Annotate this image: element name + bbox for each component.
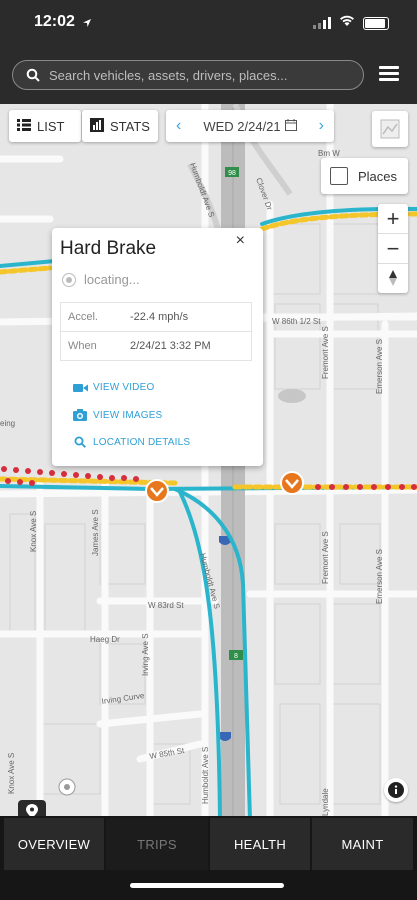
search-input[interactable] [47,66,363,84]
info-icon [388,782,404,803]
hard-brake-marker[interactable] [145,479,169,503]
places-checkbox[interactable] [330,167,348,185]
cellular-signal-icon [313,17,331,29]
locating-status: locating... [62,272,140,287]
street-label-eing: eing [0,419,15,428]
date-picker[interactable]: ‹ WED 2/24/21 › [166,110,334,142]
zoom-controls: + − [378,204,408,293]
table-row: Accel. -22.4 mph/s [61,303,251,332]
event-details-table: Accel. -22.4 mph/s When 2/24/21 3:32 PM [60,302,252,361]
stats-button[interactable]: STATS [82,110,158,142]
app-header [0,46,417,104]
compass-icon [388,266,398,292]
close-icon[interactable]: × [236,232,245,250]
list-button[interactable]: LIST [9,110,81,142]
map-layers-icon [380,119,400,144]
calendar-icon[interactable] [284,118,297,134]
street-label-irving: Irving Ave S [141,633,150,676]
street-label-humboldt-lower: Humboldt Ave S [201,747,210,804]
street-label-w83rd: W 83rd St [148,601,184,610]
table-row: When 2/24/21 3:32 PM [61,332,251,360]
previous-day-icon[interactable]: ‹ [176,117,181,135]
view-video-link[interactable]: VIEW VIDEO [72,382,154,393]
detail-value: -22.4 mph/s [130,311,189,323]
street-label-knox: Knox Ave S [29,511,38,552]
places-toggle[interactable]: Places [321,158,408,194]
places-label: Places [358,168,398,184]
compass-button[interactable] [378,264,408,293]
event-marker[interactable] [280,471,304,495]
poi-icon[interactable] [58,778,76,796]
video-camera-icon [72,383,88,393]
detail-value: 2/24/21 3:32 PM [130,340,211,352]
popup-title: Hard Brake [60,238,157,259]
street-label-knox-lower: Knox Ave S [7,753,16,794]
street-label-lyndale: Lyndale [321,788,330,816]
tab-overview[interactable]: OVERVIEW [4,818,104,870]
tab-maint[interactable]: MAINT [312,818,413,870]
event-popup: Hard Brake × locating... Accel. -22.4 mp… [52,228,263,466]
location-details-label: LOCATION DETAILS [93,436,191,448]
location-details-link[interactable]: LOCATION DETAILS [72,436,190,448]
view-images-link[interactable]: VIEW IMAGES [72,409,162,421]
view-images-label: VIEW IMAGES [93,409,163,421]
zoom-out-button[interactable]: − [378,234,408,264]
view-video-label: VIEW VIDEO [93,382,155,393]
street-label-haeg: Haeg Dr [90,635,120,644]
street-label-emerson-lower: Emerson Ave S [375,549,384,604]
street-label-emerson: Emerson Ave S [375,339,384,394]
map-layers-button[interactable] [372,111,408,147]
exit-8-shield-text: 8 [234,653,238,660]
home-indicator [130,883,284,888]
next-day-icon[interactable]: › [319,117,324,135]
zoom-in-button[interactable]: + [378,204,408,234]
hamburger-menu-icon[interactable] [379,66,399,82]
street-label-james: James Ave S [91,509,100,556]
location-arrow-icon [82,15,92,33]
battery-icon [363,16,389,30]
map-info-button[interactable] [384,778,408,802]
wifi-icon [339,14,355,32]
status-time: 12:02 [34,13,75,30]
location-pending-icon [62,272,76,287]
tab-health[interactable]: HEALTH [210,818,310,870]
search-bar[interactable] [12,60,364,90]
street-label-fremont-lower: Fremont Ave S [321,531,330,584]
street-label-bm: Bm W [318,149,340,158]
status-bar: 12:02 [0,0,417,46]
tab-trips[interactable]: TRIPS [106,818,208,870]
date-label: WED 2/24/21 [203,118,281,134]
list-icon [17,118,31,134]
stats-label: STATS [110,118,150,134]
street-label-w86th: W 86th 1/2 St [272,317,321,326]
list-label: LIST [37,118,65,134]
detail-key: Accel. [68,311,98,323]
locating-text: locating... [84,272,140,287]
magnifier-icon [72,436,88,448]
camera-icon [72,409,88,421]
street-label-fremont: Fremont Ave S [321,326,330,379]
stats-icon [90,117,104,135]
exit-98-shield-text: 98 [228,170,236,177]
search-icon [25,67,41,83]
detail-key: When [68,340,97,352]
